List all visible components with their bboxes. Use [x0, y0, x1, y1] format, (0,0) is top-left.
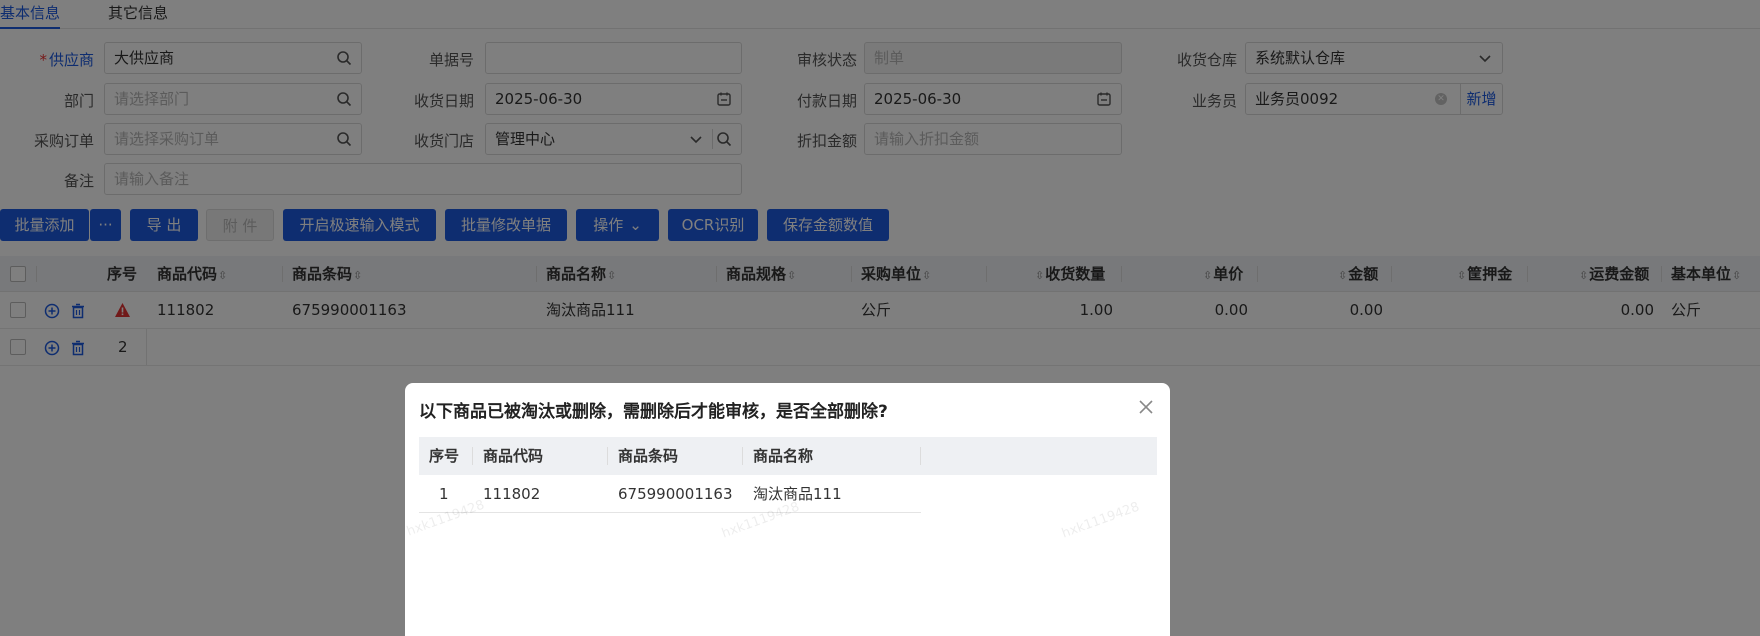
delete-confirm-modal: 以下商品已被淘汰或删除，需删除后才能审核，是否全部删除? 序号 商品代码 商品条…	[405, 383, 1170, 636]
close-icon[interactable]	[1136, 397, 1156, 417]
modal-col-code: 商品代码	[483, 447, 544, 465]
column-divider	[607, 447, 608, 465]
modal-cell-barcode: 675990001163	[618, 485, 733, 503]
modal-col-seq: 序号	[429, 447, 460, 465]
column-divider	[742, 447, 743, 465]
watermark: hxk1119428	[1059, 499, 1142, 542]
modal-title: 以下商品已被淘汰或删除，需删除后才能审核，是否全部删除?	[419, 402, 888, 422]
modal-cell-code: 111802	[483, 485, 541, 503]
modal-cell-seq: 1	[439, 485, 449, 503]
modal-col-name: 商品名称	[753, 447, 814, 465]
modal-table-row: 1 111802 675990001163 淘汰商品111	[419, 475, 921, 513]
modal-col-barcode: 商品条码	[618, 447, 679, 465]
column-divider	[472, 447, 473, 465]
modal-table-header: 序号 商品代码 商品条码 商品名称	[419, 437, 1157, 475]
column-divider	[920, 447, 921, 465]
